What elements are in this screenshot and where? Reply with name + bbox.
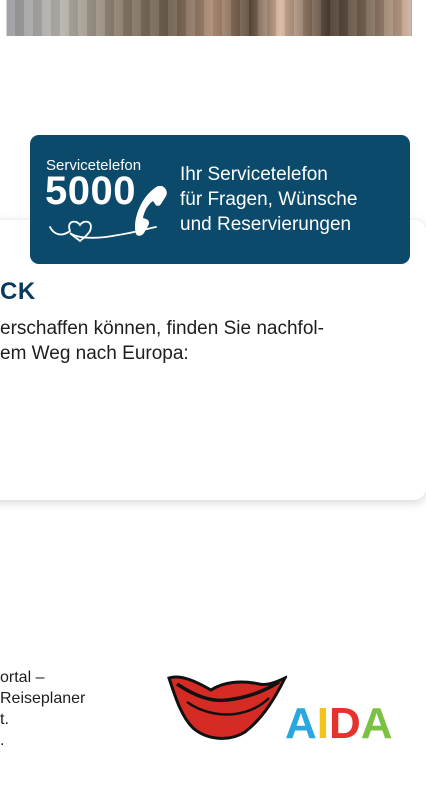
aida-letter-a1: A (285, 699, 317, 748)
aida-letter-d: D (329, 699, 361, 748)
aida-letter-i: I (316, 699, 330, 748)
footer-text: ortal – Reiseplaner t. . (0, 667, 85, 751)
servicetelefon-description: Ihr Servicetelefon für Fragen, Wünsche u… (180, 162, 357, 237)
footer-text-line: t. (0, 711, 9, 728)
servicetelefon-number: 5000 (45, 169, 136, 213)
servicetelefon-desc-line: für Fragen, Wünsche (180, 189, 358, 210)
aida-letter-a2: A (360, 699, 393, 748)
footer-text-line: Reiseplaner (0, 690, 86, 707)
aida-lips-icon (167, 675, 287, 740)
aida-wordmark: AIDA (285, 700, 393, 748)
card-text-line: em Weg nach Europa: (0, 343, 189, 364)
card-text-line: erschaffen können, finden Sie nachfol- (0, 318, 324, 339)
footer-text-line: ortal – (0, 669, 45, 686)
card-heading: CK (0, 278, 36, 305)
card-text: erschaffen können, finden Sie nachfol- e… (0, 316, 426, 366)
hero-photo (0, 0, 426, 36)
aida-logo[interactable]: AIDA (167, 672, 417, 750)
footer-text-line: . (0, 732, 5, 749)
servicetelefon-desc-line: Ihr Servicetelefon (180, 164, 328, 185)
heart-line-icon (49, 220, 157, 243)
servicetelefon-banner[interactable]: Servicetelefon 5000 Ihr Servicetelefon f… (30, 135, 410, 264)
servicetelefon-desc-line: und Reservierungen (180, 214, 352, 235)
